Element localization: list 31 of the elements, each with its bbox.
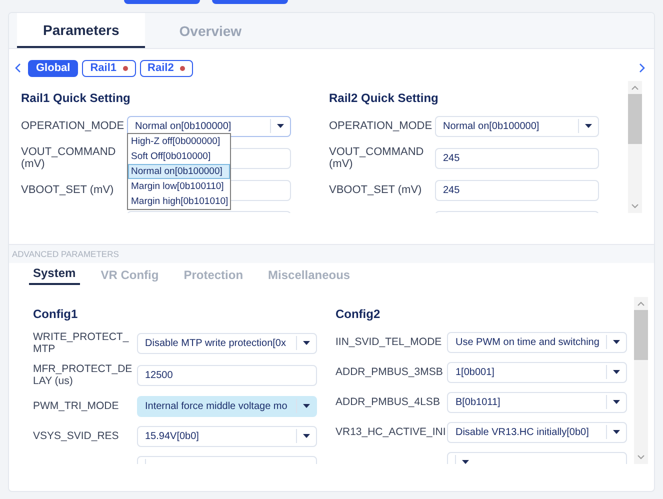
input-value: 245 bbox=[443, 184, 461, 196]
field-label: VR13_HC_ACTIVE_INI bbox=[335, 426, 447, 438]
field-label: WRITE_PROTECT_MTP bbox=[33, 331, 130, 355]
field-label: MFR_PROTECT_DELAY (us) bbox=[33, 363, 134, 387]
section-title: Rail1 Quick Setting bbox=[21, 91, 132, 105]
field-label: ADDR_PMBUS_3MSB bbox=[335, 366, 444, 378]
input-value: 245 bbox=[443, 152, 461, 164]
select-value: 15.94V[0b0] bbox=[145, 430, 200, 442]
field-label: ADDR_PMBUS_4LSB bbox=[335, 396, 441, 408]
field-label: IIN_SVID_TEL_MODE bbox=[335, 336, 443, 348]
input-value: 12500 bbox=[145, 370, 174, 380]
select-value: Normal on[0b100000] bbox=[135, 120, 232, 132]
field-label: VBOOT_SET (mV) bbox=[21, 184, 115, 196]
select-value: Normal on[0b100000] bbox=[443, 120, 540, 132]
field-label: VSYS_SVID_RES bbox=[33, 430, 120, 442]
select-value: Use PWM on time and switching bbox=[455, 336, 600, 348]
select-value: Disable MTP write protection[0x bbox=[145, 338, 287, 348]
field-label: PWM_TRI_MODE bbox=[33, 400, 120, 412]
select-value: 1[0b001] bbox=[455, 366, 496, 378]
field-label: VBOOT_SET (mV) bbox=[329, 184, 423, 196]
select-value: Internal force middle voltage mo bbox=[145, 400, 288, 412]
section-title: Config2 bbox=[335, 307, 382, 321]
select-value: B[0b1011] bbox=[455, 396, 502, 408]
field-label: OPERATION_MODE bbox=[329, 120, 434, 132]
section-title: Config1 bbox=[33, 307, 79, 321]
field-label: VOUT_COMMAND (mV) bbox=[21, 146, 117, 170]
field-label: VOUT_COMMAND (mV) bbox=[329, 146, 425, 170]
select-value: Disable VR13.HC initially[0b0] bbox=[455, 426, 590, 438]
section-title: Rail2 Quick Setting bbox=[329, 91, 440, 105]
field-label: OPERATION_MODE bbox=[21, 120, 126, 132]
section-title: ADVANCED PARAMETERS bbox=[12, 249, 119, 259]
